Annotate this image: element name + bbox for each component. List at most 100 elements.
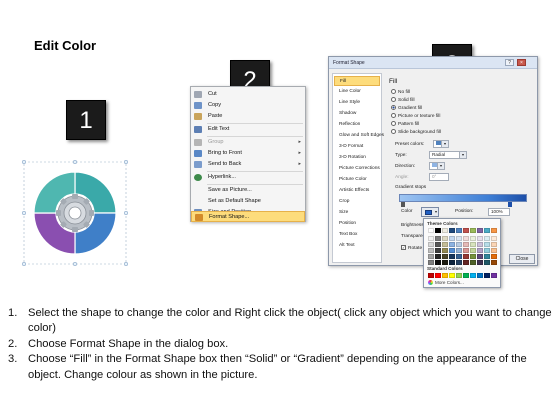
color-swatch[interactable] [470,254,476,259]
color-swatch[interactable] [435,236,441,241]
color-swatch[interactable] [470,236,476,241]
color-swatch[interactable] [491,254,497,259]
color-swatch[interactable] [449,254,455,259]
radio-pattern-fill[interactable]: Pattern fill [391,121,419,127]
color-swatch[interactable] [470,260,476,265]
color-swatch[interactable] [428,260,434,265]
radio-no-fill[interactable]: No fill [391,89,410,95]
color-swatch[interactable] [449,248,455,253]
menu-item-edit-text[interactable]: Edit Text [191,124,305,135]
color-swatch[interactable] [442,254,448,259]
nav-item-fill[interactable]: Fill [334,76,380,86]
color-swatch[interactable] [449,236,455,241]
nav-item-alt-text[interactable]: Alt Text [334,241,380,251]
color-swatch[interactable] [484,248,490,253]
nav-item-crop[interactable]: Crop [334,197,380,207]
color-swatch[interactable] [456,260,462,265]
angle-input[interactable]: 0° [429,173,449,181]
preset-colors-dropdown[interactable]: ▾ [433,140,449,148]
menu-item-format-shape[interactable]: Format Shape... [191,211,305,222]
color-swatch[interactable] [456,248,462,253]
color-swatch[interactable] [491,236,497,241]
color-swatch[interactable] [428,242,434,247]
color-swatch[interactable] [484,260,490,265]
color-swatch[interactable] [449,228,455,233]
nav-item-line-color[interactable]: Line Color [334,87,380,97]
more-colors-button[interactable]: More Colors... [428,280,464,286]
color-swatch[interactable] [442,248,448,253]
color-swatch[interactable] [484,273,490,278]
nav-item-3d-rotation[interactable]: 3-D Rotation [334,153,380,163]
color-swatch[interactable] [463,236,469,241]
color-swatch[interactable] [449,260,455,265]
color-swatch[interactable] [477,248,483,253]
color-swatch[interactable] [442,236,448,241]
gradient-stop-handle[interactable] [401,202,405,207]
color-swatch[interactable] [477,260,483,265]
nav-item-picture-color[interactable]: Picture Color [334,175,380,185]
nav-item-3d-format[interactable]: 3-D Format [334,142,380,152]
color-swatch[interactable] [477,273,483,278]
color-swatch[interactable] [442,273,448,278]
gradient-stops-bar[interactable] [399,194,527,202]
color-swatch[interactable] [463,260,469,265]
color-swatch[interactable] [435,254,441,259]
nav-item-line-style[interactable]: Line Style [334,98,380,108]
color-swatch[interactable] [470,242,476,247]
color-swatch[interactable] [456,236,462,241]
color-swatch[interactable] [456,273,462,278]
type-dropdown[interactable]: Radial ▾ [429,151,467,159]
nav-item-text-box[interactable]: Text Box [334,230,380,240]
close-x-button[interactable]: × [517,59,526,66]
nav-item-artistic-effects[interactable]: Artistic Effects [334,186,380,196]
color-swatch[interactable] [428,273,434,278]
color-swatch[interactable] [435,242,441,247]
color-swatch[interactable] [477,228,483,233]
color-swatch[interactable] [442,260,448,265]
menu-item-save-as-picture[interactable]: Save as Picture... [191,185,305,196]
nav-item-shadow[interactable]: Shadow [334,109,380,119]
color-swatch[interactable] [442,228,448,233]
color-swatch[interactable] [491,273,497,278]
color-swatch[interactable] [435,260,441,265]
color-picker-button[interactable]: ▾ [421,207,439,217]
color-swatch[interactable] [477,242,483,247]
menu-item-set-default-shape[interactable]: Set as Default Shape [191,196,305,207]
color-swatch[interactable] [449,242,455,247]
color-swatch[interactable] [484,242,490,247]
color-swatch[interactable] [477,236,483,241]
color-swatch[interactable] [428,236,434,241]
radio-picture-fill[interactable]: Picture or texture fill [391,113,440,119]
color-swatch[interactable] [428,248,434,253]
color-swatch[interactable] [435,228,441,233]
nav-item-size[interactable]: Size [334,208,380,218]
color-swatch[interactable] [435,248,441,253]
menu-item-hyperlink[interactable]: Hyperlink... [191,172,305,183]
color-swatch[interactable] [456,228,462,233]
nav-item-reflection[interactable]: Reflection [334,120,380,130]
color-swatch[interactable] [449,273,455,278]
direction-dropdown[interactable]: ▾ [429,162,445,170]
color-swatch[interactable] [442,242,448,247]
menu-item-cut[interactable]: Cut [191,89,305,100]
help-button[interactable]: ? [505,59,514,66]
color-swatch[interactable] [491,260,497,265]
color-swatch[interactable] [463,228,469,233]
color-swatch[interactable] [463,248,469,253]
menu-item-bring-to-front[interactable]: Bring to Front ▸ [191,148,305,159]
color-swatch[interactable] [491,228,497,233]
color-swatch[interactable] [477,254,483,259]
color-swatch[interactable] [463,242,469,247]
color-swatch[interactable] [463,273,469,278]
radio-gradient-fill[interactable]: Gradient fill [391,105,422,111]
menu-item-copy[interactable]: Copy [191,100,305,111]
circular-diagram[interactable] [20,158,130,270]
radio-slide-background-fill[interactable]: Slide background fill [391,129,441,135]
nav-item-position[interactable]: Position [334,219,380,229]
color-swatch[interactable] [428,254,434,259]
color-swatch[interactable] [470,273,476,278]
menu-item-send-to-back[interactable]: Send to Back ▸ [191,159,305,170]
position-input[interactable]: 100% [488,208,510,216]
gradient-stop-handle[interactable] [508,202,512,207]
color-swatch[interactable] [435,273,441,278]
